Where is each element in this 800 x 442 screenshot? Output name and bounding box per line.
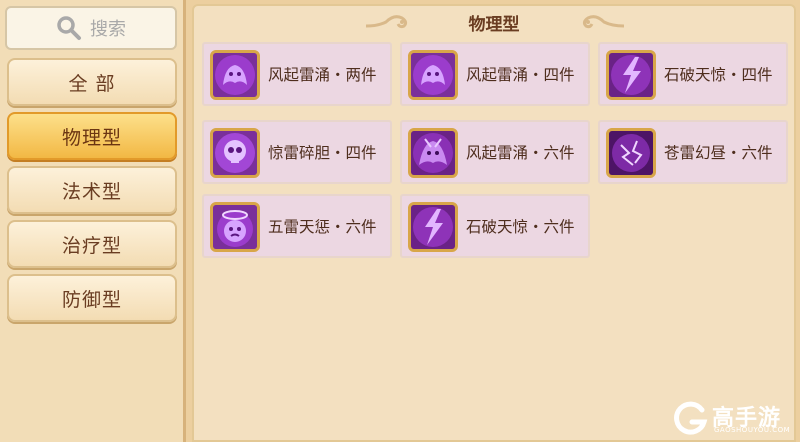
item-name: 风起雷涌・两件 — [268, 66, 377, 84]
category-label: 法术型 — [61, 180, 122, 203]
panel-title: 物理型 — [468, 14, 520, 35]
search-input[interactable]: 搜索 — [5, 6, 177, 50]
purple-lightning-icon — [606, 50, 656, 100]
item-name: 石破天惊・六件 — [466, 218, 575, 236]
category-physical-button[interactable]: 物理型 — [7, 112, 177, 160]
category-defense-button[interactable]: 防御型 — [7, 274, 177, 322]
item-name: 惊雷碎胆・四件 — [268, 144, 377, 162]
left-cloud-ornament-icon — [365, 15, 408, 29]
item-name: 五雷天惩・六件 — [268, 218, 377, 236]
item-panel: 物理型 风起雷涌・两件 风起雷涌・四件 石破天惊・四件 惊雷碎胆・四件 风起雷涌… — [192, 4, 796, 442]
game-window: 搜索 全 部 物理型 法术型 治疗型 防御型 物理型 风起雷涌・两件 风起雷涌・… — [0, 0, 800, 442]
watermark-domain: GAOSHOUYOU.COM — [714, 426, 791, 434]
purple-lightning-icon — [408, 202, 458, 252]
category-all-button[interactable]: 全 部 — [7, 58, 177, 106]
item-card[interactable]: 五雷天惩・六件 — [202, 194, 392, 258]
purple-skull-icon — [210, 128, 260, 178]
category-label: 全 部 — [68, 72, 116, 95]
category-label: 物理型 — [61, 126, 122, 149]
search-placeholder: 搜索 — [90, 19, 126, 40]
category-label: 治疗型 — [61, 234, 122, 257]
purple-spirit-icon — [408, 50, 458, 100]
purple-dizzy-icon — [210, 202, 260, 252]
item-name: 石破天惊・四件 — [664, 66, 773, 84]
category-magic-button[interactable]: 法术型 — [7, 166, 177, 214]
item-name: 苍雷幻昼・六件 — [664, 144, 773, 162]
category-sidebar: 搜索 全 部 物理型 法术型 治疗型 防御型 — [0, 0, 186, 442]
item-name: 风起雷涌・四件 — [466, 66, 575, 84]
item-name: 风起雷涌・六件 — [466, 144, 575, 162]
watermark-logo-icon — [674, 401, 708, 435]
right-cloud-ornament-icon — [582, 15, 625, 29]
item-card[interactable]: 惊雷碎胆・四件 — [202, 120, 392, 184]
search-icon — [57, 16, 81, 40]
category-label: 防御型 — [61, 288, 122, 311]
site-watermark: 高手游 GAOSHOUYOU.COM — [672, 398, 796, 438]
item-card[interactable]: 风起雷涌・两件 — [202, 42, 392, 106]
item-card[interactable]: 风起雷涌・六件 — [400, 120, 590, 184]
item-card[interactable]: 石破天惊・六件 — [400, 194, 590, 258]
purple-spirit-icon — [408, 128, 458, 178]
purple-spirit-icon — [210, 50, 260, 100]
item-card[interactable]: 石破天惊・四件 — [598, 42, 788, 106]
category-healing-button[interactable]: 治疗型 — [7, 220, 177, 268]
item-card[interactable]: 风起雷涌・四件 — [400, 42, 590, 106]
purple-orb-lightning-icon — [606, 128, 656, 178]
panel-header: 物理型 — [194, 6, 794, 38]
item-card[interactable]: 苍雷幻昼・六件 — [598, 120, 788, 184]
